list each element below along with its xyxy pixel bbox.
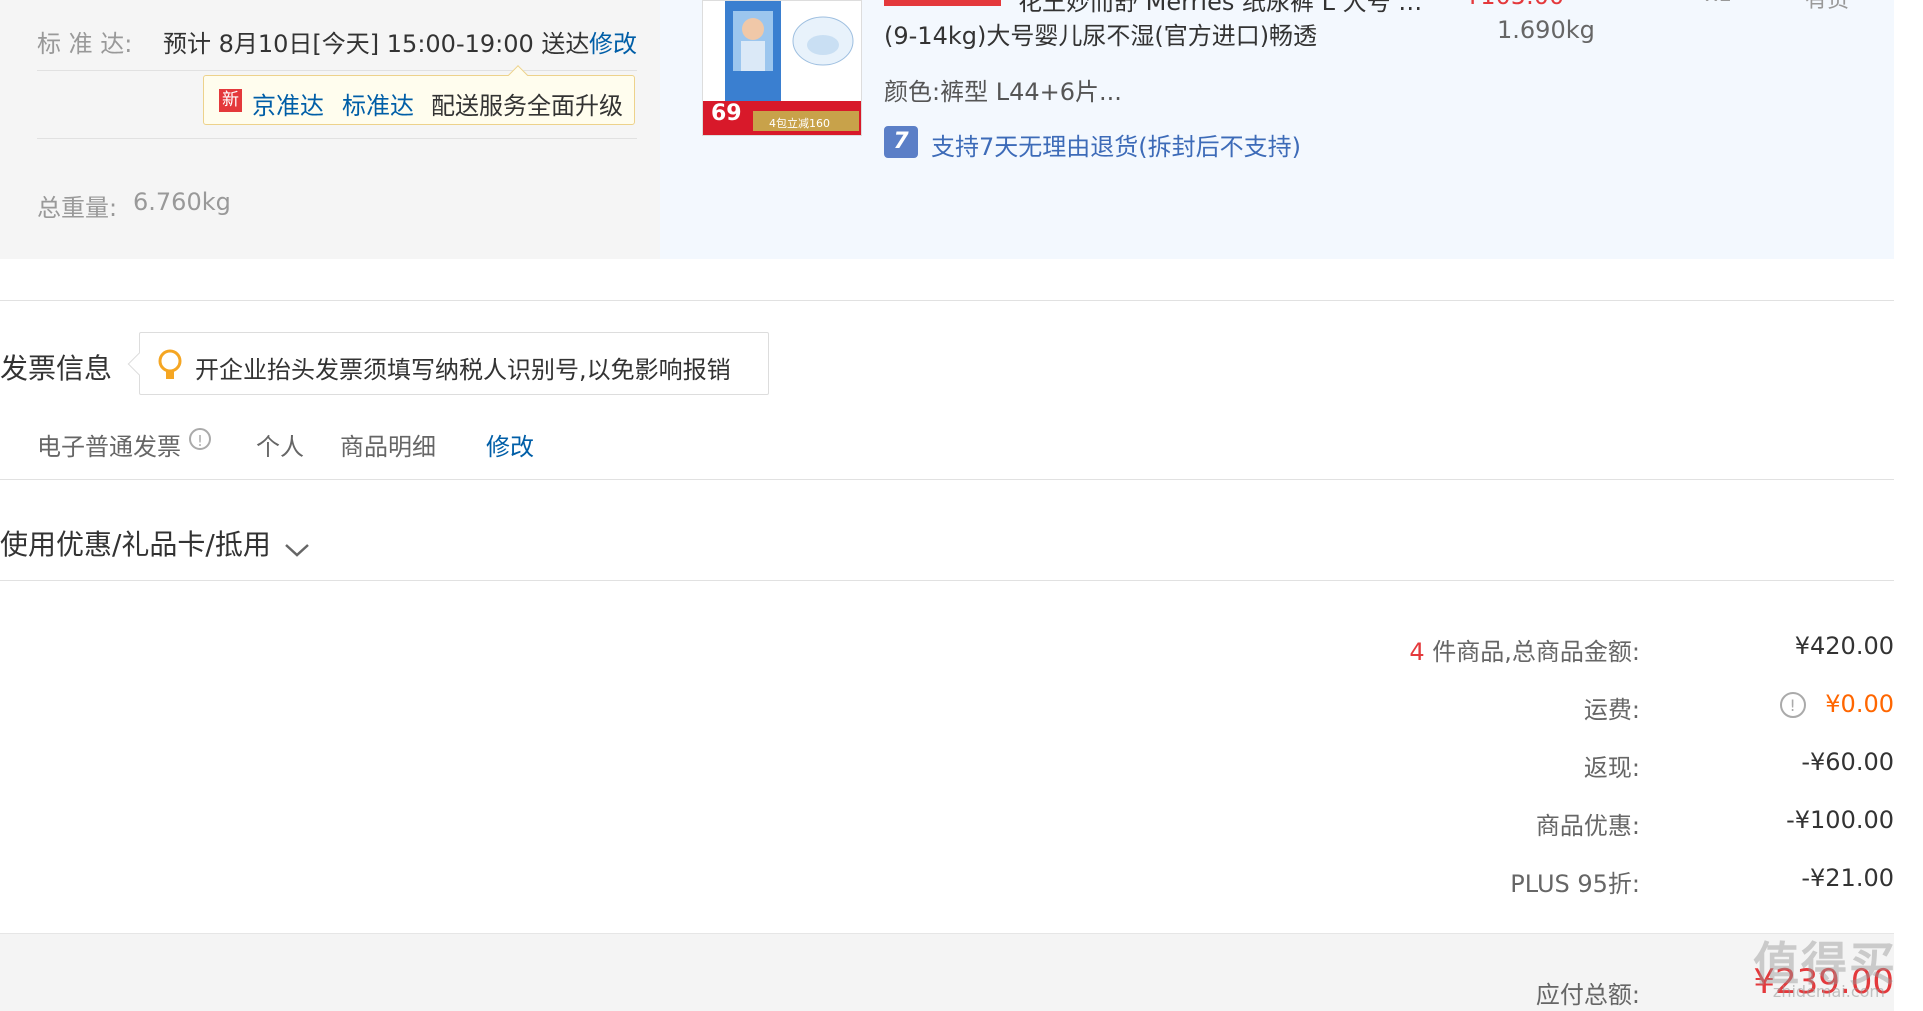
total-weight-label: 总重量:	[37, 194, 118, 222]
invoice-type: 电子普通发票	[37, 433, 181, 461]
section-divider	[0, 580, 1894, 581]
product-image[interactable]: 69 4包立减160	[702, 0, 862, 136]
invoice-tip: 开企业抬头发票须填写纳税人识别号,以免影响报销	[139, 332, 769, 395]
return-policy-link[interactable]: 支持7天无理由退货(拆封后不支持)	[931, 127, 1301, 162]
payable-label: 应付总额:	[1535, 981, 1640, 1009]
seven-day-return-icon: 7	[884, 126, 918, 158]
invoice-holder: 个人	[256, 433, 304, 461]
product-quantity: x1	[1705, 0, 1732, 7]
chevron-down-icon	[285, 543, 309, 557]
section-divider	[0, 479, 1894, 480]
upgrade-text: 配送服务全面升级	[431, 92, 623, 120]
plus-discount-value: -¥21.00	[1801, 864, 1894, 892]
product-title-line2[interactable]: (9-14kg)大号婴儿尿不湿(官方进口)畅透	[884, 16, 1317, 51]
goods-count-row-label: 4 件商品,总商品金额:	[1120, 632, 1640, 667]
shipping-fee-label: 运费:	[1583, 696, 1640, 724]
jingzhunda-link[interactable]: 京准达	[252, 86, 324, 121]
promo-tag	[884, 0, 1001, 6]
invoice-content: 商品明细	[340, 433, 436, 461]
divider	[37, 138, 637, 139]
invoice-section-title: 发票信息	[0, 352, 113, 385]
new-badge: 新	[219, 89, 242, 112]
plus-discount-label: PLUS 95折:	[1510, 870, 1640, 898]
cashback-value: -¥60.00	[1801, 748, 1894, 776]
stock-status: 有货	[1805, 0, 1850, 13]
goods-count: 4	[1409, 638, 1425, 666]
product-discount-label: 商品优惠:	[1535, 812, 1640, 840]
info-icon[interactable]: !	[189, 428, 211, 450]
freight-info-icon[interactable]: !	[1779, 692, 1806, 718]
divider	[37, 70, 637, 71]
standard-delivery-label: 标 准 达:	[37, 30, 133, 58]
shipping-fee-value: ¥0.00	[1825, 690, 1894, 718]
discount-toggle[interactable]: 使用优惠/礼品卡/抵用	[0, 523, 310, 563]
delivery-modify-link[interactable]: 修改	[589, 24, 637, 59]
product-price: ¥105.00	[1465, 0, 1564, 10]
product-discount-value: -¥100.00	[1786, 806, 1894, 834]
goods-count-text: 件商品,总商品金额:	[1432, 638, 1640, 666]
image-promo-text: 4包立减160	[769, 117, 830, 130]
lightbulb-icon	[158, 349, 182, 379]
product-color: 颜色:裤型 L44+6片...	[884, 78, 1122, 106]
invoice-tip-text: 开企业抬头发票须填写纳税人识别号,以免影响报销	[195, 356, 731, 384]
product-title-line1[interactable]: 花王妙而舒 Merries 纸尿裤 L 大号 …	[1018, 0, 1422, 17]
watermark-url: zhidemai.com	[1772, 982, 1885, 1001]
section-divider	[0, 300, 1894, 301]
discount-section-title: 使用优惠/礼品卡/抵用	[0, 528, 271, 561]
total-weight-value: 6.760kg	[133, 188, 231, 216]
delivery-estimate: 预计 8月10日[今天] 15:00-19:00 送达	[163, 30, 590, 58]
invoice-modify-link[interactable]: 修改	[486, 427, 534, 462]
cashback-label: 返现:	[1583, 754, 1640, 782]
product-weight: 1.690kg	[1497, 16, 1595, 44]
biaozhunda-link[interactable]: 标准达	[342, 86, 414, 121]
delivery-upgrade-tip: 新 京准达 标准达 配送服务全面升级	[203, 75, 635, 125]
shipping-fee-row: ! ¥0.00	[1644, 690, 1894, 718]
image-price-tag: 69	[711, 101, 742, 126]
goods-total-value: ¥420.00	[1794, 632, 1894, 660]
